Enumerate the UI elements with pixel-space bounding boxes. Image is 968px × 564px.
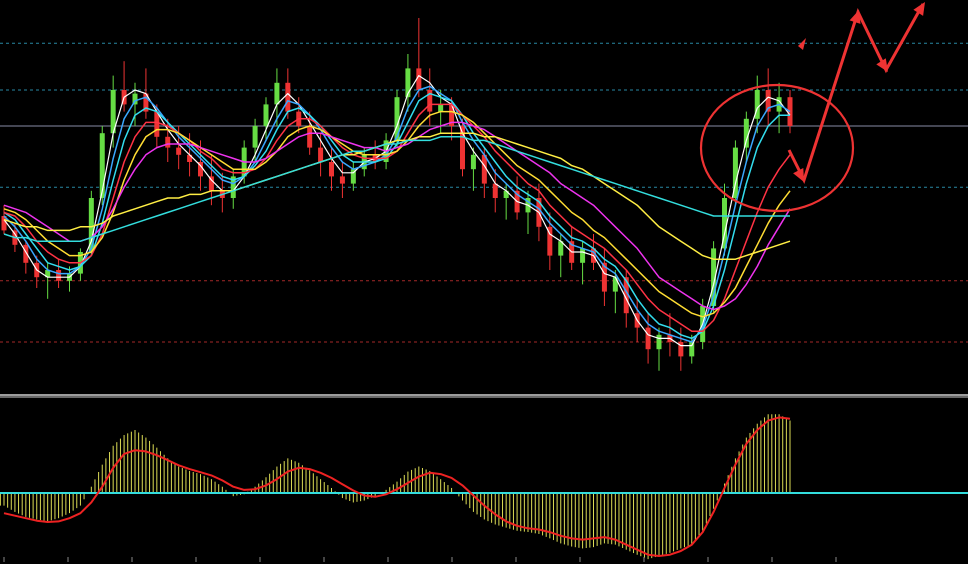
candle-body bbox=[176, 147, 182, 155]
candle-body bbox=[285, 82, 291, 112]
candle-body bbox=[263, 104, 269, 126]
candle-body bbox=[645, 327, 651, 350]
candle-body bbox=[329, 162, 334, 177]
candle-body bbox=[743, 118, 749, 148]
candle-body bbox=[252, 126, 258, 148]
candle-body bbox=[656, 334, 662, 350]
candle-body bbox=[492, 183, 498, 198]
candle-body bbox=[612, 277, 618, 292]
candle-body bbox=[689, 342, 695, 357]
candle-body bbox=[165, 136, 171, 148]
candle-body bbox=[470, 154, 476, 170]
candle-body bbox=[307, 126, 313, 148]
stock-chart bbox=[0, 0, 968, 564]
candle-body bbox=[274, 82, 280, 105]
chart-background bbox=[0, 0, 968, 564]
candle-body bbox=[580, 248, 586, 263]
candle-body bbox=[339, 176, 345, 184]
candle-body bbox=[438, 104, 444, 112]
candle-body bbox=[56, 270, 62, 281]
candle-body bbox=[318, 147, 324, 162]
